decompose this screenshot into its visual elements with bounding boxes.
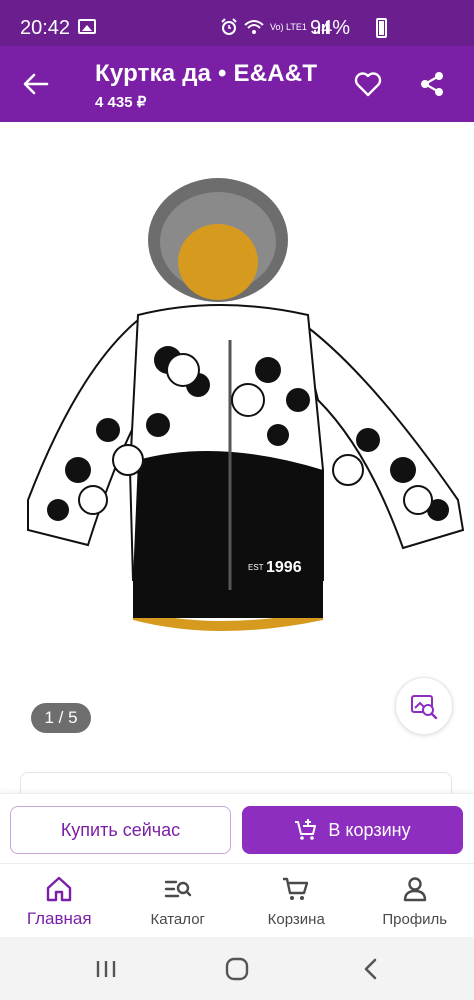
profile-icon xyxy=(400,874,430,904)
image-search-button[interactable] xyxy=(395,677,453,735)
product-image-jacket[interactable]: EST 1996 xyxy=(18,170,468,640)
page-title: Куртка да • E&A&T xyxy=(95,60,318,87)
chevron-left-icon xyxy=(364,958,377,980)
back-system-button[interactable] xyxy=(356,954,386,984)
home-system-button[interactable] xyxy=(222,954,252,984)
gallery-notification-icon xyxy=(78,19,96,34)
image-search-icon xyxy=(411,695,438,719)
image-counter: 1 / 5 xyxy=(31,703,91,733)
home-icon xyxy=(44,874,74,904)
share-button[interactable] xyxy=(414,66,450,102)
cart-icon xyxy=(281,874,311,904)
battery-percent: 94% xyxy=(310,17,351,39)
action-bar: Купить сейчас В корзину xyxy=(0,793,474,863)
product-gallery[interactable]: EST 1996 1 / 5 xyxy=(0,122,474,754)
recent-apps-button[interactable] xyxy=(91,954,121,984)
nav-label-catalog: Каталог xyxy=(150,911,206,928)
recent-apps-icon xyxy=(96,961,116,977)
image-text-est: EST xyxy=(248,563,264,572)
image-text-year: 1996 xyxy=(266,559,302,576)
add-to-cart-label: В корзину xyxy=(328,819,411,840)
product-price: 4 435 ₽ xyxy=(95,94,147,111)
app-bar: Куртка да • E&A&T 4 435 ₽ xyxy=(0,46,474,122)
share-icon xyxy=(421,72,443,96)
status-time: 20:42 xyxy=(20,17,71,39)
alarm-icon xyxy=(221,18,237,35)
battery-icon xyxy=(376,18,387,38)
nav-label-home: Главная xyxy=(26,909,92,928)
buy-now-label: Купить сейчас xyxy=(60,819,181,840)
add-to-cart-button[interactable]: В корзину xyxy=(242,806,463,854)
network-label: Vo) LTE1 xyxy=(270,21,307,32)
nav-item-home[interactable]: Главная xyxy=(0,864,119,937)
nav-item-catalog[interactable]: Каталог xyxy=(119,864,238,937)
system-nav-bar xyxy=(0,937,474,1000)
nav-label-profile: Профиль xyxy=(382,911,448,928)
catalog-icon xyxy=(163,874,193,904)
nav-item-cart[interactable]: Корзина xyxy=(237,864,356,937)
wifi-icon xyxy=(244,20,264,34)
arrow-left-icon xyxy=(23,73,49,95)
buy-now-button[interactable]: Купить сейчас xyxy=(10,806,231,854)
bottom-nav: Главная Каталог Корзина Профиль xyxy=(0,863,474,937)
home-circle-icon xyxy=(225,957,249,981)
add-to-cart-icon xyxy=(295,819,317,840)
back-button[interactable] xyxy=(16,66,56,102)
favorite-button[interactable] xyxy=(350,66,386,102)
nav-label-cart: Корзина xyxy=(267,911,325,928)
nav-item-profile[interactable]: Профиль xyxy=(356,864,474,937)
heart-icon xyxy=(354,72,382,97)
